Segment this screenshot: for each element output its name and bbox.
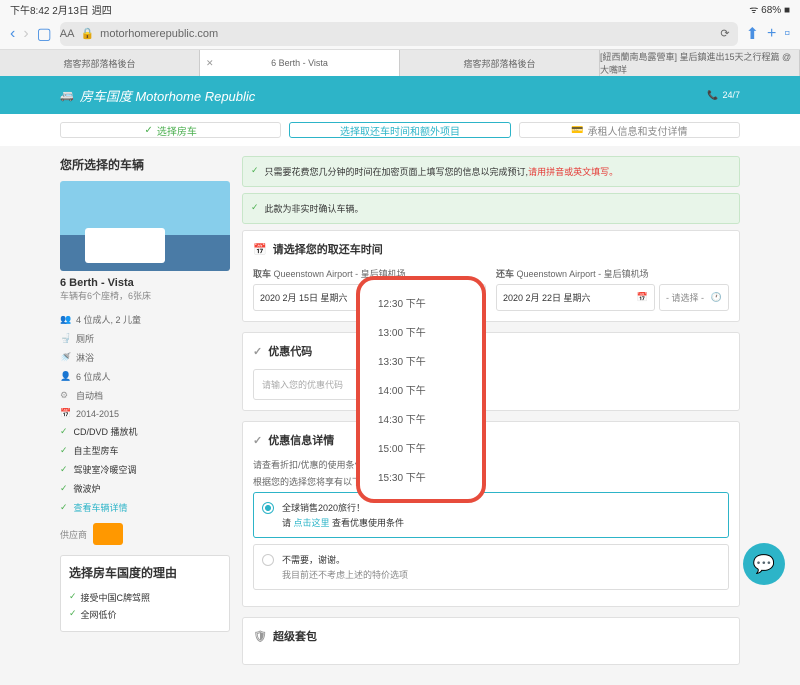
dropoff-date[interactable]: 2020 2月 22日 星期六📅 (496, 284, 655, 311)
time-option[interactable]: 15:30 下午 (360, 462, 482, 491)
reader-icon[interactable]: AA (60, 28, 75, 40)
pickup-title: 请选择您的取还车时间 (273, 241, 383, 257)
reason: ✓全网低价 (69, 606, 221, 623)
tab-1[interactable]: ✕6 Berth - Vista (200, 50, 400, 76)
alert: ✓此款为非实时确认车辆。 (242, 193, 740, 224)
supplier-label: 供应商 (60, 528, 87, 541)
calendar-icon: 📅 (637, 292, 648, 303)
step-2: 选择取还车时间和额外项目 (289, 122, 510, 138)
spec: 🚽厕所 (60, 329, 230, 348)
discount-title: 优惠信息详情 (268, 432, 334, 448)
tab-0[interactable]: 痞客邦部落格後台 (0, 50, 200, 76)
time-option[interactable]: 14:00 下午 (360, 375, 482, 404)
left-title: 您所选择的车辆 (60, 156, 230, 173)
combo-title: 超级套包 (273, 628, 317, 644)
discount-sub1: 请查看折扣/优惠的使用条件 (253, 458, 729, 471)
time-option[interactable]: 14:30 下午 (360, 404, 482, 433)
reason: ✓接受中国C牌驾照 (69, 589, 221, 606)
check-icon: ✓ (253, 434, 262, 447)
feat: ✓CD/DVD 播放机 (60, 422, 230, 441)
discount-link[interactable]: 点击这里 (294, 518, 330, 528)
reasons-title: 选择房车国度的理由 (69, 564, 221, 581)
radio-icon (262, 502, 274, 514)
brand: 房车国度 Motorhome Republic (80, 86, 256, 105)
tab-2[interactable]: 痞客邦部落格後台 (400, 50, 600, 76)
spec: 👤6 位成人 (60, 367, 230, 386)
bookmarks-icon[interactable]: ▢ (37, 24, 52, 44)
calendar-icon: 📅 (253, 243, 267, 256)
url-text: motorhomerepublic.com (100, 28, 218, 40)
promo-title: 优惠代码 (268, 343, 312, 359)
check-icon: ✓ (253, 345, 262, 358)
feat: ✓自主型房车 (60, 441, 230, 460)
alert: ✓只需要花费您几分钟的时间在加密页面上填写您的信息以完成预订,请用拼音或英文填写… (242, 156, 740, 187)
view-details-link[interactable]: ✓查看车辆详情 (60, 498, 230, 517)
logo-icon: 🚐 (60, 89, 74, 102)
share-icon[interactable]: ⬆ (746, 24, 759, 44)
status-battery: ᯤ 68% ■ (749, 2, 790, 16)
spec: ⚙自动档 (60, 386, 230, 405)
phone-link[interactable]: 📞24/7 (707, 90, 740, 101)
new-tab-icon[interactable]: + (767, 25, 776, 43)
spec: 👥4 位成人, 2 儿童 (60, 310, 230, 329)
url-bar[interactable]: AA 🔒 motorhomerepublic.com ⟳ (60, 22, 738, 46)
time-option[interactable]: 13:00 下午 (360, 317, 482, 346)
shield-icon: 🛡 (253, 630, 267, 643)
time-option[interactable]: 12:30 下午 (360, 288, 482, 317)
tabs-icon[interactable]: ▫ (784, 25, 790, 43)
chat-button[interactable]: 💬 (743, 543, 785, 585)
forward-icon: › (23, 25, 28, 43)
supplier-badge (93, 523, 123, 545)
spec: 📅2014-2015 (60, 405, 230, 422)
time-option[interactable]: 15:00 下午 (360, 433, 482, 462)
time-dropdown: 12:30 下午 13:00 下午 13:30 下午 14:00 下午 14:3… (356, 276, 486, 503)
discount-sub2: 根据您的选择您将享有以下折 (253, 475, 729, 488)
lock-icon: 🔒 (80, 27, 94, 40)
feat: ✓驾驶室冷暖空调 (60, 460, 230, 479)
step-1[interactable]: ✓ 选择房车 (60, 122, 281, 138)
tab-3[interactable]: [紐西蘭南島露營車] 皇后鎮進出15天之行程篇 @ 大嘴咩 (600, 50, 800, 76)
discount-option-2[interactable]: 不需要，谢谢。 我目前还不考虑上述的特价选项 (253, 544, 729, 590)
vehicle-image (60, 181, 230, 271)
dropoff-time[interactable]: - 请选择 -🕐 (659, 284, 729, 311)
step-3: 💳 承租人信息和支付详情 (519, 122, 740, 138)
back-icon[interactable]: ‹ (10, 25, 15, 43)
status-time: 下午8:42 (10, 6, 49, 17)
vehicle-sub: 车辆有6个座椅，6张床 (60, 289, 230, 302)
clock-icon: 🕐 (711, 292, 722, 303)
close-icon[interactable]: ✕ (206, 58, 214, 69)
radio-icon (262, 554, 274, 566)
refresh-icon[interactable]: ⟳ (720, 27, 729, 40)
vehicle-name: 6 Berth - Vista (60, 277, 230, 289)
discount-option-1[interactable]: 全球销售2020旅行！ 请 点击这里 查看优惠使用条件 (253, 492, 729, 538)
feat: ✓微波炉 (60, 479, 230, 498)
dropoff-label: 还车 Queenstown Airport - 皇后镇机场 (496, 267, 729, 280)
status-date: 2月13日 週四 (52, 6, 111, 17)
spec: 🚿淋浴 (60, 348, 230, 367)
time-option[interactable]: 13:30 下午 (360, 346, 482, 375)
